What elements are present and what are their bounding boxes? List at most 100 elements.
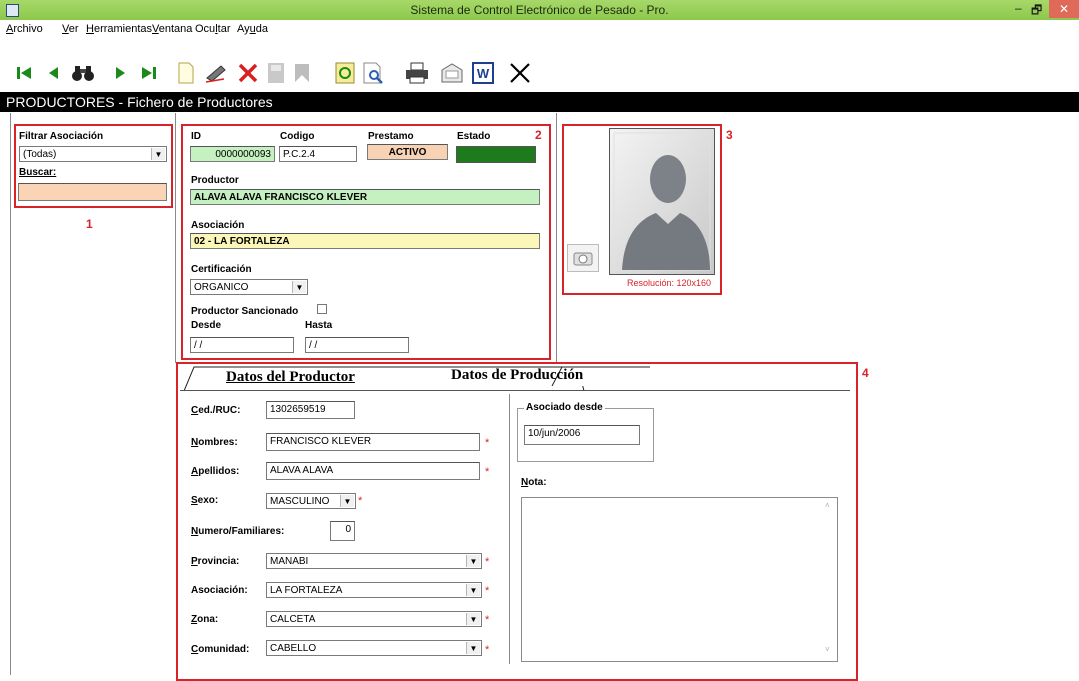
undo-icon[interactable] <box>292 62 312 84</box>
desde-label: Desde <box>191 320 222 331</box>
comunidad-value: CABELLO <box>270 643 317 654</box>
panel-2-number: 2 <box>535 128 542 142</box>
delete-icon[interactable] <box>236 62 260 84</box>
comunidad-label: Comunidad: <box>191 644 250 655</box>
previous-record-icon[interactable] <box>44 62 62 84</box>
productor-label: Productor <box>191 175 239 186</box>
next-record-icon[interactable] <box>112 62 130 84</box>
filter-asociacion-select[interactable]: (Todas) ▼ <box>19 146 167 162</box>
zona-value: CALCETA <box>270 614 316 625</box>
filter-asociacion-label: Filtrar Asociación <box>19 131 104 142</box>
panel-1-number: 1 <box>86 217 93 231</box>
apellidos-input[interactable]: ALAVA ALAVA <box>266 462 480 480</box>
menu-ventana[interactable]: Ventana <box>152 23 192 35</box>
divider-line <box>175 113 176 363</box>
asociado-desde-label: Asociado desde <box>524 402 605 413</box>
form-divider <box>509 394 510 664</box>
camera-button[interactable] <box>567 244 599 272</box>
certificacion-select[interactable]: ORGANICO ▼ <box>190 279 308 295</box>
prestamo-field: ACTIVO <box>367 144 448 160</box>
export-icon[interactable] <box>440 62 464 84</box>
menu-ocultar[interactable]: Ocultar <box>195 23 230 35</box>
estado-label: Estado <box>457 131 491 142</box>
productor-field[interactable]: ALAVA ALAVA FRANCISCO KLEVER <box>190 189 540 205</box>
sexo-select[interactable]: MASCULINO ▼ <box>266 493 356 509</box>
minimize-button[interactable]: – <box>1015 1 1022 15</box>
id-field[interactable]: 0000000093 <box>190 146 275 162</box>
tab-baseline <box>180 390 850 391</box>
last-record-icon[interactable] <box>138 62 160 84</box>
restore-button[interactable]: 🗗 <box>1031 1 1042 22</box>
zona-select[interactable]: CALCETA ▼ <box>266 611 482 627</box>
nota-textarea[interactable] <box>521 497 838 662</box>
required-marker: * <box>485 466 490 478</box>
asociacion-select[interactable]: LA FORTALEZA ▼ <box>266 582 482 598</box>
refresh-icon[interactable] <box>334 62 356 84</box>
id-label: ID <box>191 131 201 142</box>
certificacion-value: ORGANICO <box>194 282 249 293</box>
required-marker: * <box>358 495 363 507</box>
asociacion-value: LA FORTALEZA <box>270 585 343 596</box>
asociacion-label: Asociación <box>191 220 245 231</box>
hasta-field[interactable]: / / <box>305 337 409 353</box>
asociado-desde-input[interactable]: 10/jun/2006 <box>524 425 640 445</box>
chevron-down-icon[interactable]: ▼ <box>466 584 480 596</box>
divider-line-2 <box>556 113 557 363</box>
edit-icon[interactable] <box>203 62 231 84</box>
nombres-label: Nombres: <box>191 437 238 448</box>
scroll-down-icon[interactable]: ˅ <box>825 645 830 654</box>
new-document-icon[interactable] <box>175 62 197 84</box>
tab-datos-del-productor[interactable]: Datos del Productor <box>226 369 355 386</box>
codigo-label: Codigo <box>280 131 315 142</box>
familiares-label: Numero/Familiares: <box>191 526 285 537</box>
scroll-up-icon[interactable]: ˄ <box>825 501 830 510</box>
photo-frame[interactable] <box>609 128 715 275</box>
word-icon[interactable]: W <box>471 62 495 84</box>
comunidad-select[interactable]: CABELLO ▼ <box>266 640 482 656</box>
chevron-down-icon[interactable]: ▼ <box>466 642 480 654</box>
menu-ayuda[interactable]: Ayuda <box>237 23 268 35</box>
menu-archivo[interactable]: Archivo <box>6 23 43 35</box>
menu-bar: Archivo Ver Herramientas Ventana Ocultar… <box>0 20 1079 38</box>
chevron-down-icon[interactable]: ▼ <box>151 148 165 160</box>
module-title: PRODUCTORES - Fichero de Productores <box>6 94 273 110</box>
menu-ver[interactable]: Ver <box>62 23 79 35</box>
nota-scrollbar[interactable]: ˄ ˅ <box>824 499 836 659</box>
title-bar: Sistema de Control Electrónico de Pesado… <box>0 0 1079 20</box>
save-icon[interactable] <box>266 62 286 84</box>
menu-herramientas[interactable]: Herramientas <box>86 23 152 35</box>
sancionado-label: Productor Sancionado <box>191 306 299 317</box>
buscar-input[interactable] <box>18 183 167 201</box>
codigo-field[interactable]: P.C.2.4 <box>279 146 357 162</box>
first-record-icon[interactable] <box>14 62 36 84</box>
chevron-down-icon[interactable]: ▼ <box>466 555 480 567</box>
exit-icon[interactable] <box>507 62 533 84</box>
panel-4-number: 4 <box>862 366 869 380</box>
sexo-label: Sexo: <box>191 495 219 506</box>
required-marker: * <box>485 556 490 568</box>
provincia-select[interactable]: MANABI ▼ <box>266 553 482 569</box>
required-marker: * <box>485 644 490 656</box>
sancionado-checkbox[interactable] <box>317 304 327 314</box>
hasta-label: Hasta <box>305 320 333 331</box>
filter-asociacion-value: (Todas) <box>23 149 57 160</box>
module-title-bar: PRODUCTORES - Fichero de Productores <box>0 92 1079 112</box>
chevron-down-icon[interactable]: ▼ <box>466 613 480 625</box>
desde-field[interactable]: / / <box>190 337 294 353</box>
tab-datos-de-produccion[interactable]: Datos de Producción <box>451 367 583 384</box>
buscar-label: Buscar: <box>19 167 57 178</box>
asociacion-form-label: Asociación: <box>191 585 248 596</box>
nombres-input[interactable]: FRANCISCO KLEVER <box>266 433 480 451</box>
ced-input[interactable]: 1302659519 <box>266 401 355 419</box>
toolbar <box>0 38 1079 90</box>
asociacion-field[interactable]: 02 - LA FORTALEZA <box>190 233 540 249</box>
required-marker: * <box>485 437 490 449</box>
close-button[interactable]: ✕ <box>1049 0 1079 18</box>
print-icon[interactable] <box>404 62 430 84</box>
familiares-input[interactable]: 0 <box>330 521 355 541</box>
preview-icon[interactable] <box>361 62 385 84</box>
nota-label: Nota: <box>521 477 547 488</box>
chevron-down-icon[interactable]: ▼ <box>292 281 306 293</box>
chevron-down-icon[interactable]: ▼ <box>340 495 354 507</box>
search-binoculars-icon[interactable] <box>70 62 96 84</box>
